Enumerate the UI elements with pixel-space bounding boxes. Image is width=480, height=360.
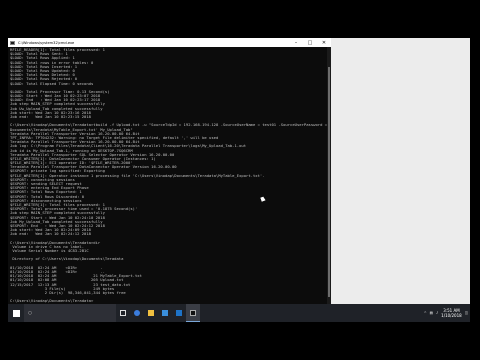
notifications-icon[interactable]: ◫ (465, 311, 468, 315)
chevron-up-icon[interactable]: ^ (424, 311, 427, 315)
edge-icon (134, 310, 140, 316)
start-button[interactable] (8, 304, 24, 322)
task-view-button[interactable] (116, 304, 130, 322)
clock[interactable]: 3:51 AM 1/10/2018 (441, 308, 462, 318)
scrollbar-thumb[interactable] (328, 67, 330, 297)
cmd-window[interactable]: C:\Windows\system32\cmd.exe – □ ✕ RFILE_… (8, 38, 331, 304)
taskbar-app-explorer[interactable] (144, 304, 158, 322)
cmd-app-icon (190, 309, 196, 316)
title-bar[interactable]: C:\Windows\system32\cmd.exe – □ ✕ (8, 38, 331, 47)
folder-icon (148, 310, 154, 316)
taskbar-app-edge[interactable] (130, 304, 144, 322)
minimize-button[interactable]: – (289, 38, 303, 47)
cmd-icon (10, 40, 15, 45)
console-line: C:\Users\Vinodap\Documents\Teradata> (10, 299, 94, 304)
taskbar-app-mail[interactable] (172, 304, 186, 322)
maximize-button[interactable]: □ (303, 38, 317, 47)
search-box[interactable]: ○ (24, 304, 116, 322)
system-tray: ^ ▤ ♪ 3:51 AM 1/10/2018 ◫ (424, 308, 470, 318)
clock-date: 1/10/2018 (441, 313, 462, 318)
taskbar: ○ ^ ▤ ♪ 3:51 AM 1/10/2018 ◫ (8, 304, 470, 322)
mail-icon (176, 310, 182, 316)
window-title: C:\Windows\system32\cmd.exe (18, 40, 75, 45)
taskbar-app-store[interactable] (158, 304, 172, 322)
close-button[interactable]: ✕ (317, 38, 331, 47)
store-icon (162, 310, 168, 316)
vertical-scrollbar[interactable] (327, 47, 331, 304)
volume-icon[interactable]: ♪ (436, 311, 438, 315)
console-output[interactable]: RFILE_READER[1]: Total files processed: … (8, 47, 331, 304)
task-view-icon (120, 310, 126, 316)
taskbar-app-cmd[interactable] (186, 304, 200, 322)
screen: C:\Windows\system32\cmd.exe – □ ✕ RFILE_… (0, 0, 480, 360)
windows-logo-icon (12, 309, 20, 317)
search-icon: ○ (28, 310, 32, 316)
network-icon[interactable]: ▤ (430, 311, 433, 315)
